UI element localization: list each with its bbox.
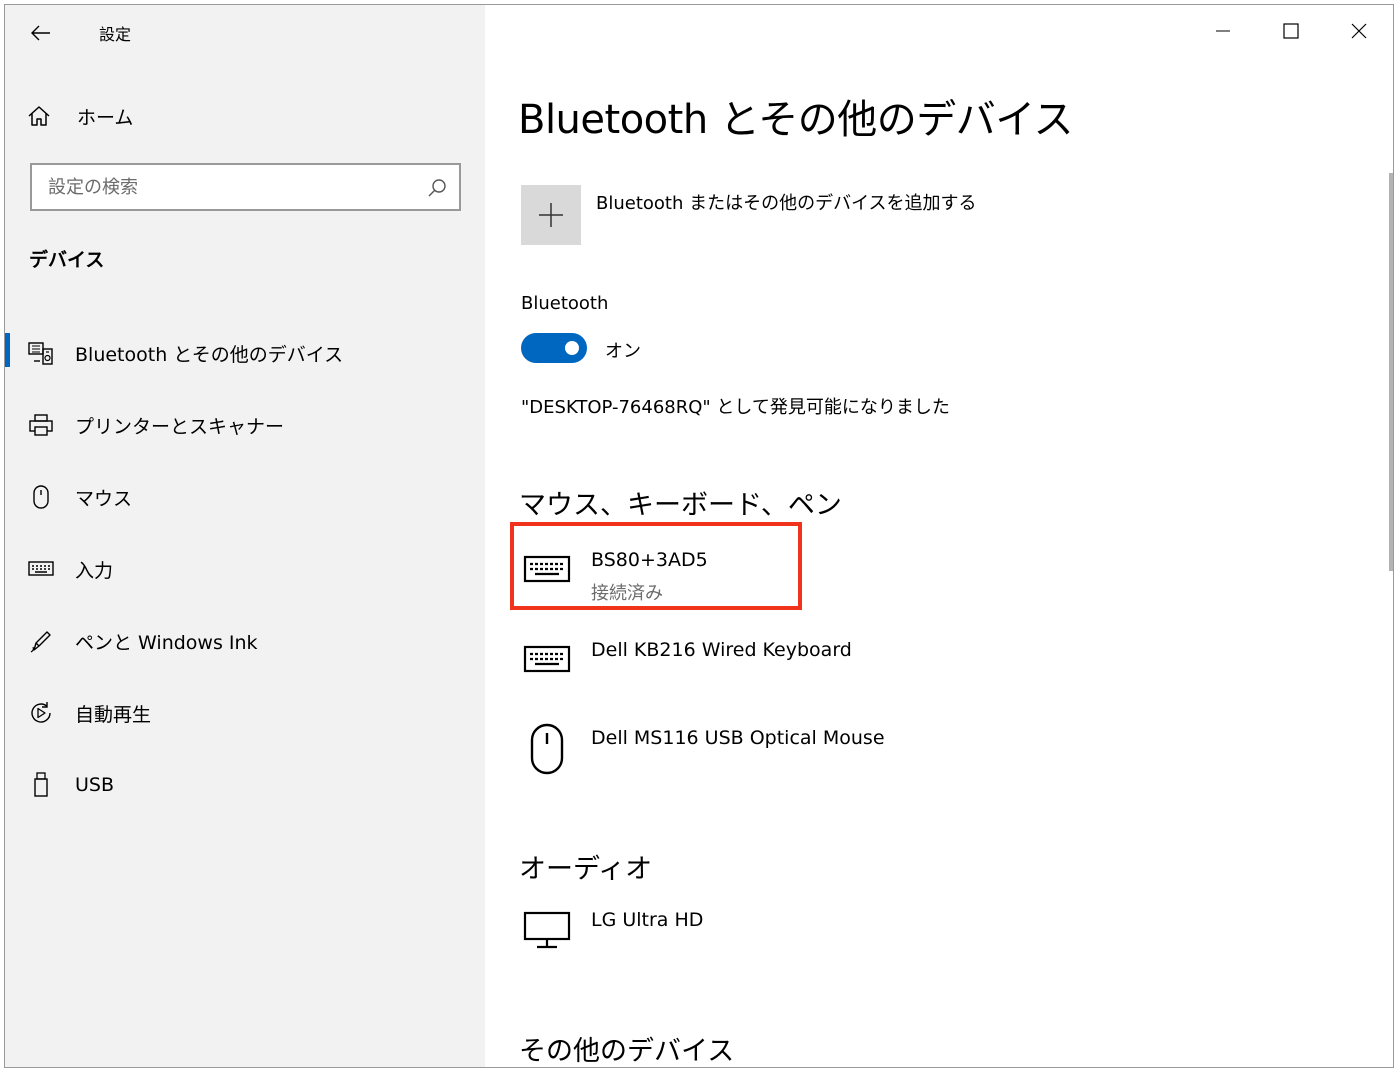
autoplay-icon (31, 702, 51, 723)
sidebar-item-label: プリンターとスキャナー (75, 415, 285, 438)
sidebar-item-label: 入力 (75, 559, 114, 582)
device-name: Dell KB216 Wired Keyboard (591, 639, 852, 661)
sidebar-item-pen[interactable]: ペンと Windows Ink (5, 605, 485, 677)
device-name: Dell MS116 USB Optical Mouse (591, 727, 885, 749)
minimize-icon (1216, 30, 1230, 32)
mouse-icon (530, 723, 564, 775)
keyboard-icon (28, 561, 54, 576)
monitor-icon (523, 911, 571, 949)
section-title: デバイス (29, 249, 105, 271)
sidebar-item-label: 自動再生 (75, 703, 152, 726)
keyboard-icon (523, 555, 571, 583)
pen-icon (30, 631, 51, 653)
bluetooth-toggle[interactable] (521, 333, 587, 363)
sidebar-item-label: Bluetooth とその他のデバイス (75, 343, 344, 366)
device-item[interactable]: LG Ultra HD (521, 903, 1041, 983)
bluetooth-devices-icon (28, 342, 53, 365)
search-box[interactable] (30, 163, 461, 211)
sidebar-item-bluetooth[interactable]: Bluetooth とその他のデバイス (5, 317, 485, 389)
back-arrow-icon (31, 25, 50, 41)
group-title-input: マウス、キーボード、ペン (519, 490, 842, 521)
minimize-button[interactable] (1189, 5, 1257, 57)
bluetooth-label: Bluetooth (521, 293, 609, 314)
home-icon (28, 106, 50, 126)
device-name: LG Ultra HD (591, 909, 704, 931)
maximize-icon (1283, 23, 1299, 39)
usb-icon (34, 772, 48, 797)
plus-icon (539, 203, 563, 227)
device-item[interactable]: Dell KB216 Wired Keyboard (521, 633, 1041, 713)
mouse-icon (33, 485, 49, 509)
sidebar-item-label: マウス (75, 487, 133, 510)
printer-icon (29, 414, 53, 436)
close-icon (1351, 23, 1367, 39)
sidebar-item-input[interactable]: 入力 (5, 533, 485, 605)
device-item[interactable]: Dell MS116 USB Optical Mouse (521, 721, 1041, 801)
group-title-other: その他のデバイス (519, 1036, 735, 1067)
settings-window: 設定 ホーム デバイス (4, 4, 1394, 1068)
page-title: Bluetooth とその他のデバイス (518, 97, 1074, 143)
device-name: BS80+3AD5 (591, 549, 708, 571)
add-device-button[interactable] (521, 185, 581, 245)
window-controls (1189, 5, 1393, 57)
discoverable-text: "DESKTOP-76468RQ" として発見可能になりました (521, 397, 950, 418)
close-button[interactable] (1325, 5, 1393, 57)
maximize-button[interactable] (1257, 5, 1325, 57)
sidebar-item-label: USB (75, 774, 115, 796)
sidebar-item-usb[interactable]: USB (5, 749, 485, 821)
device-status: 接続済み (591, 583, 663, 604)
scrollbar[interactable] (1389, 173, 1393, 571)
app-title: 設定 (99, 25, 132, 44)
keyboard-icon (523, 645, 571, 673)
home-label: ホーム (77, 106, 134, 129)
search-icon[interactable] (427, 178, 447, 198)
search-input[interactable] (32, 165, 459, 209)
sidebar-nav: Bluetooth とその他のデバイス プリンターとスキャナー マウス 入力 ペ… (5, 317, 485, 821)
sidebar-item-printers[interactable]: プリンターとスキャナー (5, 389, 485, 461)
device-item[interactable]: BS80+3AD5 接続済み (521, 543, 1041, 623)
add-device-label[interactable]: Bluetooth またはその他のデバイスを追加する (596, 189, 977, 215)
home-nav-item[interactable]: ホーム (27, 101, 133, 131)
sidebar-item-autoplay[interactable]: 自動再生 (5, 677, 485, 749)
sidebar-item-mouse[interactable]: マウス (5, 461, 485, 533)
toggle-knob (565, 341, 579, 355)
sidebar-item-label: ペンと Windows Ink (75, 631, 258, 654)
back-button[interactable] (25, 17, 57, 49)
main-content: Bluetooth とその他のデバイス Bluetooth またはその他のデバイ… (485, 5, 1393, 1067)
sidebar: 設定 ホーム デバイス (5, 5, 485, 1067)
bluetooth-state: オン (605, 341, 641, 362)
group-title-audio: オーディオ (519, 854, 653, 885)
